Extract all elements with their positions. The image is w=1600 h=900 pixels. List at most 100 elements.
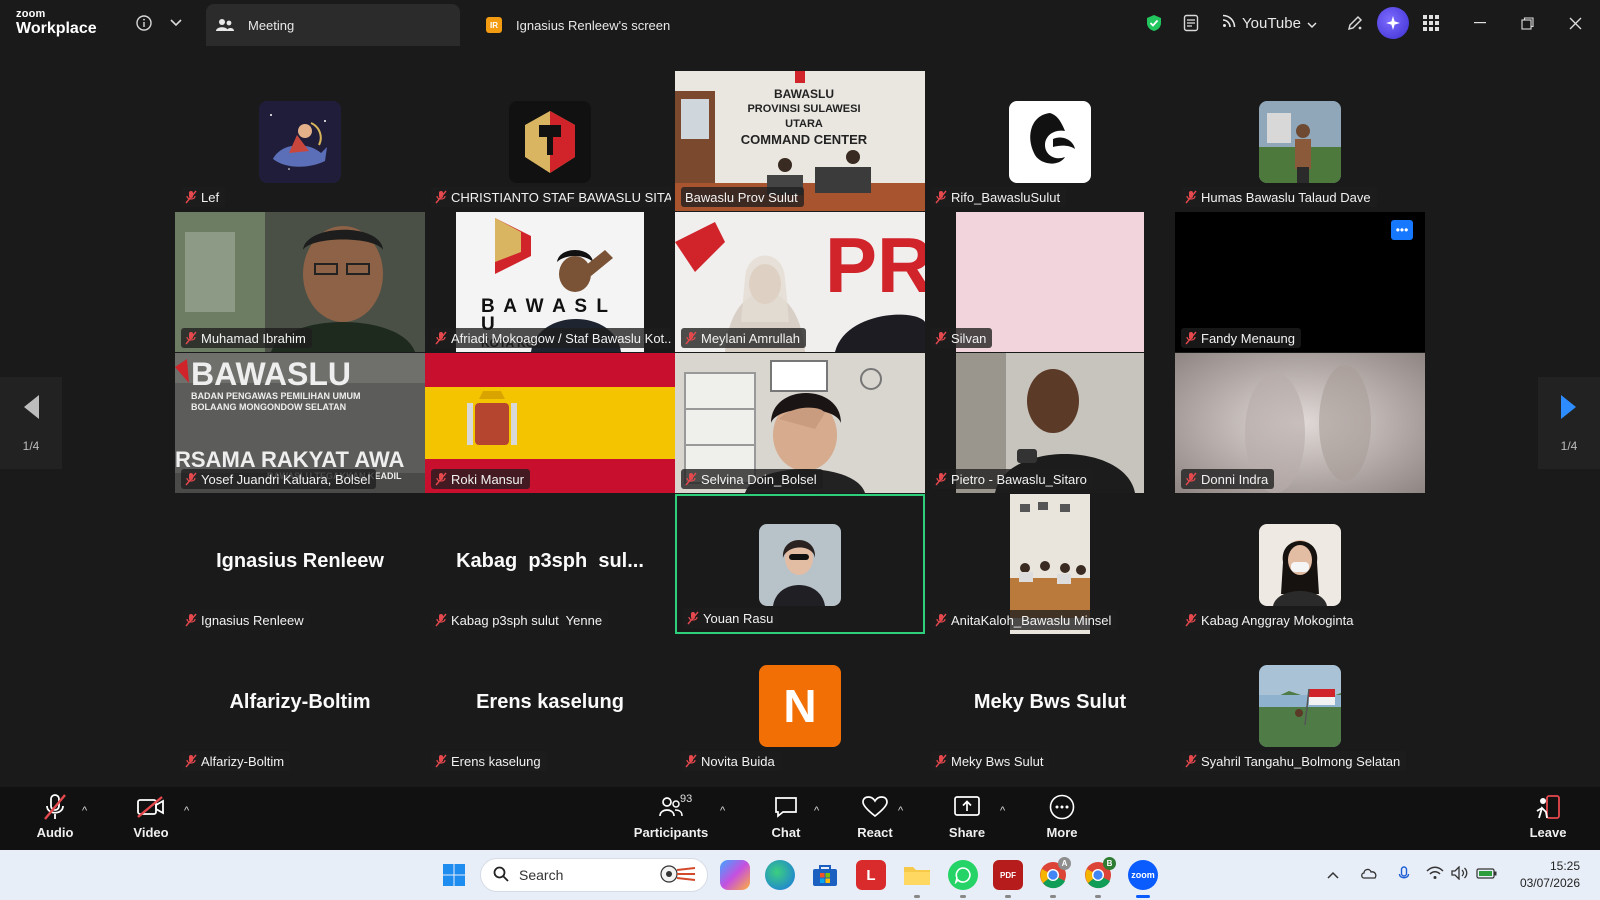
participant-tile[interactable]: Erens kaselung Erens kaselung (425, 635, 675, 775)
participant-name-tag: Syahril Tangahu_Bolmong Selatan (1181, 751, 1407, 771)
chat-button[interactable]: Chat (751, 793, 821, 840)
close-icon[interactable] (1564, 12, 1586, 34)
participant-tile[interactable]: Rifo_BawasluSulut (925, 71, 1175, 211)
participant-tile[interactable]: Lef (175, 71, 425, 211)
file-explorer-icon[interactable] (902, 860, 932, 890)
brand-zoom: zoom (16, 8, 46, 20)
participant-tile[interactable]: PR Meylani Amrullah (675, 212, 925, 352)
audio-options-chevron-icon[interactable]: ^ (82, 805, 87, 817)
chrome-profile-b-icon[interactable]: B (1083, 857, 1116, 890)
participant-name-tag: Pietro - Bawaslu_Sitaro (931, 469, 1093, 489)
microphone-icon[interactable] (1398, 866, 1410, 885)
muted-mic-icon (935, 472, 947, 486)
muted-mic-icon (685, 331, 697, 345)
clock-time: 15:25 (1549, 859, 1580, 873)
screen-share-badge: IR (486, 17, 502, 33)
more-options-button[interactable]: ••• (1391, 220, 1413, 240)
participant-tile[interactable]: Roki Mansur (425, 353, 675, 493)
tab-shared-screen[interactable]: IR Ignasius Renleew's screen (476, 4, 736, 46)
avatar (509, 101, 591, 183)
participant-name-tag: Meky Bws Sulut (931, 751, 1050, 771)
tab-meeting[interactable]: Meeting (206, 4, 460, 46)
participant-tile[interactable]: Syahril Tangahu_Bolmong Selatan (1175, 635, 1425, 775)
title-bar: zoom Workplace Meeting IR Ignasius Renle… (0, 0, 1600, 46)
participant-tile[interactable]: Donni Indra (1175, 353, 1425, 493)
chevron-down-icon[interactable] (166, 13, 186, 33)
participant-tile[interactable]: Kabag Anggray Mokoginta (1175, 494, 1425, 634)
meeting-info-icon[interactable] (134, 13, 154, 33)
whatsapp-icon[interactable] (948, 860, 978, 890)
copilot-icon[interactable] (720, 860, 750, 890)
page-indicator-left: 1/4 (22, 438, 40, 453)
video-options-chevron-icon[interactable]: ^ (184, 805, 189, 817)
battery-charging-icon[interactable] (1476, 866, 1498, 882)
edge-icon[interactable] (765, 860, 795, 890)
muted-mic-icon (185, 331, 197, 345)
security-shield-icon[interactable] (1144, 13, 1164, 33)
participant-tile[interactable]: Humas Bawaslu Talaud Dave (1175, 71, 1425, 211)
volume-icon[interactable] (1451, 865, 1469, 883)
participant-tile[interactable]: Muhamad Ibrahim (175, 212, 425, 352)
participant-tile[interactable]: Pietro - Bawaslu_Sitaro (925, 353, 1175, 493)
pdf-reader-icon[interactable]: PDF (993, 860, 1023, 890)
bawaslu-bolsel-banner: BAWASLU BADAN PENGAWAS PEMILIHAN UMUM BO… (191, 356, 361, 412)
system-clock[interactable]: 15:25 03/07/2026 (1508, 858, 1580, 892)
participant-tile[interactable]: Alfarizy-Boltim Alfarizy-Boltim (175, 635, 425, 775)
participant-tile[interactable]: Meky Bws Sulut Meky Bws Sulut (925, 635, 1175, 775)
participant-tile[interactable]: N Novita Buida (675, 635, 925, 775)
participants-options-chevron-icon[interactable]: ^ (720, 805, 725, 817)
muted-mic-icon (1185, 472, 1197, 486)
apps-grid-icon[interactable] (1421, 13, 1441, 33)
participant-name-tag: AnitaKaloh_Bawaslu Minsel (931, 610, 1118, 630)
participant-tile[interactable]: Silvan (925, 212, 1175, 352)
participant-tile[interactable]: BAWASLU BADAN PENGAWAS PEMILIHAN UMUM BO… (175, 353, 425, 493)
participant-name-tag: Youan Rasu (683, 608, 780, 628)
meeting-controls: Audio ^ Video ^ 93 Participants ^ Chat ^… (0, 787, 1600, 850)
participant-tile-active-speaker[interactable]: Youan Rasu (675, 494, 925, 634)
chrome-profile-badge: B (1103, 857, 1116, 870)
chat-options-chevron-icon[interactable]: ^ (814, 805, 819, 817)
avatar-letter: N (759, 665, 841, 747)
chrome-icon[interactable]: A (1038, 857, 1071, 890)
l-app-icon[interactable]: L (856, 860, 886, 890)
next-page-button[interactable]: 1/4 (1538, 377, 1600, 469)
participant-display-name: Erens kaselung (476, 691, 624, 713)
heart-icon (860, 793, 890, 821)
participant-tile[interactable]: B A W A S L U KOTA KO Afriadi Mokoagow /… (425, 212, 675, 352)
participant-tile[interactable]: CHRISTIANTO STAF BAWASLU SITARO (425, 71, 675, 211)
participant-name-tag: Bawaslu Prov Sulut (681, 187, 804, 207)
annotate-pen-icon[interactable] (1345, 13, 1365, 33)
ai-companion-icon[interactable] (1377, 7, 1409, 39)
react-options-chevron-icon[interactable]: ^ (898, 805, 903, 817)
share-options-chevron-icon[interactable]: ^ (1000, 805, 1005, 817)
video-button[interactable]: Video (116, 793, 186, 840)
wifi-icon[interactable] (1426, 866, 1444, 883)
participant-tile[interactable]: BAWASLU PROVINSI SULAWESI UTARA COMMAND … (675, 71, 925, 211)
participant-tile[interactable]: Kabag p3sph sul... Kabag p3sph sulut Yen… (425, 494, 675, 634)
notes-icon[interactable] (1181, 13, 1201, 33)
chevron-up-icon[interactable] (1327, 866, 1339, 882)
participant-tile[interactable]: ••• Fandy Menaung (1175, 212, 1425, 352)
microsoft-store-icon[interactable] (810, 860, 840, 890)
windows-start-icon[interactable] (439, 860, 469, 890)
previous-page-button[interactable]: 1/4 (0, 377, 62, 469)
leave-button[interactable]: Leave (1513, 793, 1583, 840)
onedrive-cloud-icon[interactable] (1360, 866, 1378, 882)
muted-mic-icon (435, 754, 447, 768)
restore-icon[interactable] (1516, 12, 1538, 34)
zoom-app-icon[interactable]: zoom (1128, 860, 1158, 890)
participant-name-tag: Erens kaselung (431, 751, 547, 771)
participant-tile[interactable]: Selvina Doin_Bolsel (675, 353, 925, 493)
participant-tile[interactable]: AnitaKaloh_Bawaslu Minsel (925, 494, 1175, 634)
minimize-icon[interactable] (1469, 12, 1491, 34)
taskbar-search-input[interactable]: Search (480, 858, 708, 892)
more-button[interactable]: More (1027, 793, 1097, 840)
audio-button[interactable]: Audio (20, 793, 90, 840)
participant-tile[interactable]: Ignasius Renleew Ignasius Renleew (175, 494, 425, 634)
avatar (1259, 101, 1341, 183)
participants-button[interactable]: 93 Participants (634, 793, 708, 840)
livestream-youtube-button[interactable]: YouTube (1222, 12, 1317, 34)
muted-mic-icon (1185, 190, 1197, 204)
share-button[interactable]: Share (932, 793, 1002, 840)
tab-meeting-label: Meeting (248, 17, 295, 33)
